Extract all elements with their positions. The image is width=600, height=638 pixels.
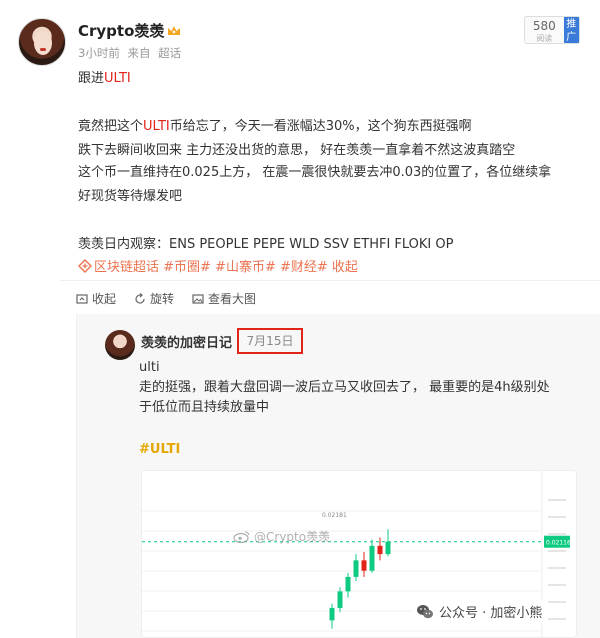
post-line-6: 羡羡日内观察：ENS PEOPLE PEPE WLD SSV ETHFI FLO… (78, 237, 454, 252)
rotate-label: 旋转 (150, 292, 175, 306)
promote-button[interactable]: 推广 (563, 17, 579, 43)
quote-hashtag: #ULTI (139, 442, 181, 457)
axis-tick-label (548, 601, 566, 603)
candle-body (329, 607, 335, 621)
source-label: 来自 (127, 46, 151, 60)
post-text: 跟进 (78, 71, 105, 86)
quote-avatar (105, 330, 135, 360)
post-time[interactable]: 3小时前 (78, 46, 120, 60)
username-text[interactable]: Crypto羡羡 (78, 20, 164, 41)
post-meta: 3小时前 来自 超话 (78, 45, 185, 61)
user-avatar[interactable] (18, 18, 66, 66)
axis-tick-label (548, 618, 566, 620)
quote-line-1: ulti (139, 360, 160, 375)
quote-username: 羡羡的加密日记 (141, 336, 233, 351)
image-actions: 收起 旋转 查看大图 (76, 290, 256, 307)
candle-body (377, 545, 383, 555)
image-watermark: @Crypto羡羡 (233, 528, 330, 545)
post-username[interactable]: Crypto羡羡 (78, 20, 181, 41)
quote-line-3: 于低位而且持续放量中 (139, 400, 270, 415)
read-label: 阅读 (536, 34, 553, 43)
supertopic-icon (78, 258, 92, 273)
rotate-icon (135, 292, 145, 304)
collapse-label: 收起 (92, 292, 117, 306)
candle-body (369, 545, 375, 571)
read-count-box: 580 阅读 推广 (524, 16, 580, 44)
weibo-post: Crypto羡羡 3小时前 来自 超话 580 阅读 推广 跟进ULTI 竟然把这… (0, 0, 600, 638)
axis-tick-label (548, 499, 566, 501)
view-large-label: 查看大图 (208, 292, 257, 306)
axis-tick-label (548, 567, 566, 569)
post-line-3: 跌下去瞬间收回来 主力还没出货的意思， 好在羡羡一直拿着不然这波真踏空 (78, 143, 516, 158)
post-line-2: 竟然把这个ULTI币给忘了，今天一看涨幅达30%，这个狗东西挺强啊 (78, 116, 472, 138)
collapse-button[interactable]: 收起 (76, 290, 116, 307)
axis-tick-label (548, 550, 566, 552)
attached-image[interactable]: 羡羡的加密日记 7月15日 ulti 走的挺强，跟着大盘回调一波后立马又收回去了… (76, 314, 600, 638)
wechat-icon (417, 604, 433, 618)
candle-body (361, 560, 367, 571)
post-source[interactable]: 超话 (158, 46, 181, 60)
watermark-text: @Crypto羡羡 (254, 530, 331, 544)
image-icon (192, 293, 204, 304)
view-large-button[interactable]: 查看大图 (192, 290, 256, 307)
weibo-logo-icon (233, 531, 250, 543)
candle-body (385, 541, 391, 555)
crown-icon (168, 25, 181, 35)
quote-line-2: 走的挺强，跟着大盘回调一波后立马又收回去了， 最重要的是4h级别处 (139, 380, 550, 395)
wechat-watermark-text: 公众号 · 加密小熊 (439, 606, 543, 621)
divider (60, 280, 600, 281)
wechat-watermark: 公众号 · 加密小熊 (412, 600, 547, 623)
topic-tags: 区块链超话 #币圈# #山寨币# #财经# 收起 (78, 256, 358, 275)
axis-tick-label (548, 533, 566, 535)
rotate-button[interactable]: 旋转 (134, 290, 174, 307)
post-line-1: 跟进ULTI (78, 68, 131, 90)
candle-body (345, 576, 351, 592)
post-line-4: 这个币一直维持在0.025上方， 在震一震很快就要去冲0.03的位置了，各位继续… (78, 165, 552, 180)
axis-tick-label (548, 516, 566, 518)
token-ulti: ULTI (104, 71, 131, 86)
tags-text[interactable]: 区块链超话 #币圈# #山寨币# #财经# 收起 (94, 256, 358, 275)
candle-body (337, 591, 343, 608)
high-price-label: 0.02181 (322, 512, 347, 519)
read-count: 580 (532, 19, 556, 33)
post-text: 竟然把这个 (78, 119, 144, 134)
candle-body (353, 560, 359, 577)
post-line-5: 好现货等待爆发吧 (78, 189, 183, 204)
collapse-icon (76, 293, 88, 304)
current-price-label: 0.02116 (546, 540, 571, 547)
token-ulti: ULTI (143, 119, 170, 134)
quote-date-highlight: 7月15日 (237, 328, 303, 354)
axis-tick-label (548, 584, 566, 586)
post-text: 币给忘了，今天一看涨幅达30%，这个狗东西挺强啊 (169, 119, 472, 134)
